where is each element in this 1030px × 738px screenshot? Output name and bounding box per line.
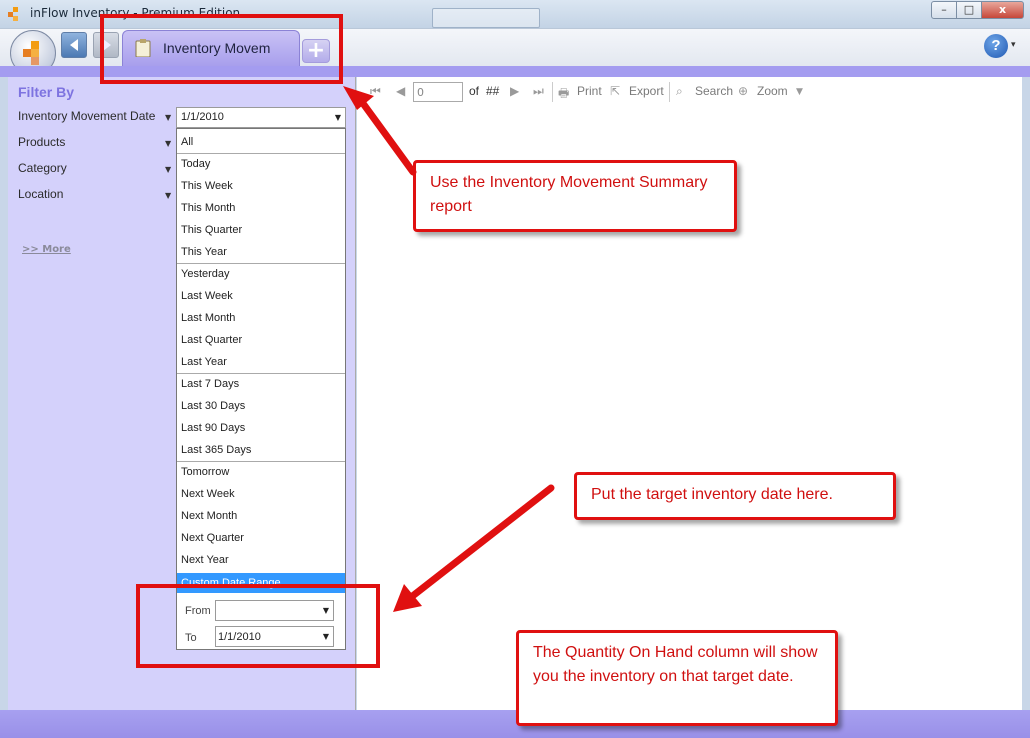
date-option[interactable]: Last Quarter: [181, 334, 242, 346]
tab-highlight-box: [100, 14, 343, 84]
zoom-icon: ⊕: [738, 84, 749, 98]
callout-text: Put the target inventory date here.: [591, 486, 833, 503]
print-button[interactable]: Print: [577, 84, 602, 98]
of-label: of: [469, 84, 480, 98]
search-button[interactable]: Search: [695, 84, 733, 98]
zoom-button[interactable]: Zoom: [757, 84, 788, 98]
chevron-down-icon[interactable]: ▼: [335, 113, 341, 122]
date-option[interactable]: Last 90 Days: [181, 422, 245, 434]
toolbar-divider: [552, 82, 553, 102]
total-pages: ##: [486, 84, 500, 98]
chevron-down-icon[interactable]: ▼: [165, 191, 171, 200]
callout-text: The Quantity On Hand column will show yo…: [533, 644, 818, 685]
option-divider: [177, 263, 345, 264]
date-option[interactable]: Next Week: [181, 488, 235, 500]
help-dropdown-icon[interactable]: ▾: [1011, 40, 1016, 50]
date-range-highlight-box: [136, 584, 380, 668]
date-option[interactable]: Today: [181, 158, 210, 170]
printer-icon: 🖶: [558, 86, 570, 100]
toolbar-divider: [669, 82, 670, 102]
chevron-down-icon[interactable]: ▼: [796, 87, 803, 97]
movement-date-value: 1/1/2010: [181, 111, 224, 123]
date-option[interactable]: Yesterday: [181, 268, 230, 280]
last-page-icon[interactable]: ⏭: [533, 84, 544, 99]
prev-page-icon[interactable]: ◀: [396, 84, 405, 98]
date-option[interactable]: Last 365 Days: [181, 444, 251, 456]
filter-label-location[interactable]: Location: [18, 187, 63, 201]
next-page-icon[interactable]: ▶: [510, 84, 519, 98]
date-option[interactable]: This Quarter: [181, 224, 242, 236]
first-page-icon[interactable]: ⏮: [370, 84, 381, 99]
export-button[interactable]: Export: [629, 84, 664, 98]
arrow-left-icon: [70, 39, 78, 51]
maximize-button[interactable]: □: [956, 1, 982, 19]
filter-label-movement-date: Inventory Movement Date: [18, 109, 156, 123]
date-option[interactable]: Last 30 Days: [181, 400, 245, 412]
date-option[interactable]: Last Week: [181, 290, 233, 302]
date-option[interactable]: This Week: [181, 180, 233, 192]
chevron-down-icon[interactable]: ▼: [165, 165, 171, 174]
back-button[interactable]: [61, 32, 87, 58]
date-option[interactable]: Next Year: [181, 554, 229, 566]
callout-date-hint: Put the target inventory date here.: [574, 472, 896, 520]
search-icon: ⌕: [676, 84, 683, 98]
date-option[interactable]: Last 7 Days: [181, 378, 239, 390]
date-option[interactable]: Last Month: [181, 312, 235, 324]
filter-label-products[interactable]: Products: [18, 135, 65, 149]
close-button[interactable]: x: [981, 1, 1024, 19]
page-number-input[interactable]: 0: [413, 82, 463, 102]
callout-text: Use the Inventory Movement Summary repor…: [430, 174, 708, 215]
filter-label-category[interactable]: Category: [18, 161, 67, 175]
footer-band: [0, 710, 1030, 738]
date-option[interactable]: Next Quarter: [181, 532, 244, 544]
date-option[interactable]: Tomorrow: [181, 466, 229, 478]
date-option[interactable]: Next Month: [181, 510, 237, 522]
inflow-logo-icon: [23, 41, 39, 65]
date-option[interactable]: All: [181, 136, 193, 148]
date-option[interactable]: Last Year: [181, 356, 227, 368]
date-range-dropdown: All Today This Week This Month This Quar…: [176, 128, 346, 650]
window-border-right: [1022, 77, 1030, 710]
inflow-logo-icon: [8, 7, 18, 21]
window-border-left: [0, 77, 8, 710]
chevron-down-icon[interactable]: ▼: [165, 139, 171, 148]
chevron-down-icon[interactable]: ▼: [165, 113, 171, 122]
date-option[interactable]: This Month: [181, 202, 235, 214]
movement-date-combo[interactable]: 1/1/2010 ▼: [176, 107, 346, 128]
more-filters-link[interactable]: >> More: [22, 244, 71, 255]
callout-tab-hint: Use the Inventory Movement Summary repor…: [413, 160, 737, 232]
date-option[interactable]: This Year: [181, 246, 227, 258]
minimize-button[interactable]: –: [931, 1, 957, 19]
option-divider: [177, 373, 345, 374]
option-divider: [177, 153, 345, 154]
background-window-ghost: [432, 8, 540, 28]
filter-title: Filter By: [18, 84, 75, 100]
callout-qty-hint: The Quantity On Hand column will show yo…: [516, 630, 838, 726]
export-icon: ⇱: [610, 84, 621, 98]
page-number-value: 0: [417, 86, 424, 99]
help-button[interactable]: ?: [984, 34, 1008, 58]
option-divider: [177, 461, 345, 462]
